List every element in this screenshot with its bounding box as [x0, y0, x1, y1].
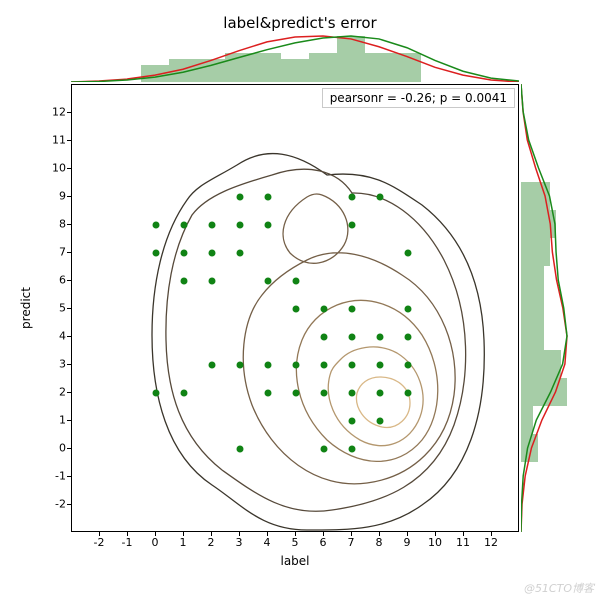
y-tick: 4 — [59, 330, 66, 343]
scatter-point — [349, 418, 356, 425]
scatter-point — [293, 278, 300, 285]
x-tick: 4 — [264, 536, 271, 549]
x-tick: -2 — [94, 536, 105, 549]
main-axes: pearsonr = -0.26; p = 0.0041 — [71, 84, 519, 532]
y-axis-label: predict — [18, 84, 34, 532]
x-tick: 0 — [152, 536, 159, 549]
scatter-point — [181, 222, 188, 229]
x-tick: 12 — [484, 536, 498, 549]
scatter-point — [265, 390, 272, 397]
scatter-point — [349, 362, 356, 369]
watermark: @51CTO博客 — [524, 580, 594, 596]
scatter-point — [293, 390, 300, 397]
y-tick: 1 — [59, 414, 66, 427]
scatter-point — [405, 334, 412, 341]
scatter-point — [265, 194, 272, 201]
jointplot-figure: label&predict's error pearsonr = -0.26; … — [0, 0, 600, 600]
scatter-point — [153, 390, 160, 397]
scatter-point — [265, 278, 272, 285]
x-tick: 9 — [404, 536, 411, 549]
scatter-point — [321, 362, 328, 369]
scatter-point — [405, 306, 412, 313]
y-tick: 10 — [52, 162, 66, 175]
y-tick: 8 — [59, 218, 66, 231]
scatter-point — [265, 222, 272, 229]
y-tick: 5 — [59, 302, 66, 315]
scatter-point — [153, 250, 160, 257]
scatter-point — [237, 250, 244, 257]
scatter-point — [293, 306, 300, 313]
y-tick: -2 — [55, 498, 66, 511]
scatter-point — [321, 334, 328, 341]
scatter-point — [153, 222, 160, 229]
scatter-point — [405, 390, 412, 397]
scatter-point — [377, 390, 384, 397]
y-tick: 12 — [52, 106, 66, 119]
x-tick: 11 — [456, 536, 470, 549]
x-tick: 10 — [428, 536, 442, 549]
scatter-point — [349, 390, 356, 397]
scatter-point — [181, 250, 188, 257]
scatter-point — [181, 390, 188, 397]
top-marginal-axes — [71, 33, 519, 82]
y-tick: 3 — [59, 358, 66, 371]
scatter-point — [209, 362, 216, 369]
y-tick: 7 — [59, 246, 66, 259]
scatter-point — [209, 250, 216, 257]
scatter-point — [321, 446, 328, 453]
scatter-point — [237, 222, 244, 229]
scatter-point — [405, 362, 412, 369]
pearson-annotation: pearsonr = -0.26; p = 0.0041 — [322, 88, 515, 108]
x-axis-label: label — [71, 554, 519, 568]
x-tick: 7 — [348, 536, 355, 549]
scatter-point — [293, 362, 300, 369]
scatter-point — [209, 222, 216, 229]
y-tick: 0 — [59, 442, 66, 455]
scatter-point — [349, 334, 356, 341]
x-tick: 2 — [208, 536, 215, 549]
scatter-point — [237, 194, 244, 201]
scatter-point — [265, 362, 272, 369]
scatter-point — [181, 278, 188, 285]
scatter-point — [349, 194, 356, 201]
scatter-point — [237, 446, 244, 453]
y-tick: -1 — [55, 470, 66, 483]
y-tick: 2 — [59, 386, 66, 399]
right-marginal-axes — [521, 84, 570, 532]
scatter-point — [377, 334, 384, 341]
y-tick: 9 — [59, 190, 66, 203]
scatter-point — [377, 194, 384, 201]
y-tick: 11 — [52, 134, 66, 147]
x-tick: 1 — [180, 536, 187, 549]
x-tick: 3 — [236, 536, 243, 549]
x-tick: 6 — [320, 536, 327, 549]
scatter-point — [321, 306, 328, 313]
plot-title: label&predict's error — [0, 14, 600, 32]
scatter-point — [405, 250, 412, 257]
scatter-point — [377, 418, 384, 425]
x-tick: 8 — [376, 536, 383, 549]
y-tick: 6 — [59, 274, 66, 287]
scatter-point — [209, 278, 216, 285]
scatter-point — [237, 362, 244, 369]
scatter-point — [321, 390, 328, 397]
x-tick: 5 — [292, 536, 299, 549]
scatter-point — [349, 222, 356, 229]
x-tick: -1 — [122, 536, 133, 549]
scatter-point — [349, 306, 356, 313]
scatter-point — [349, 446, 356, 453]
scatter-point — [377, 362, 384, 369]
